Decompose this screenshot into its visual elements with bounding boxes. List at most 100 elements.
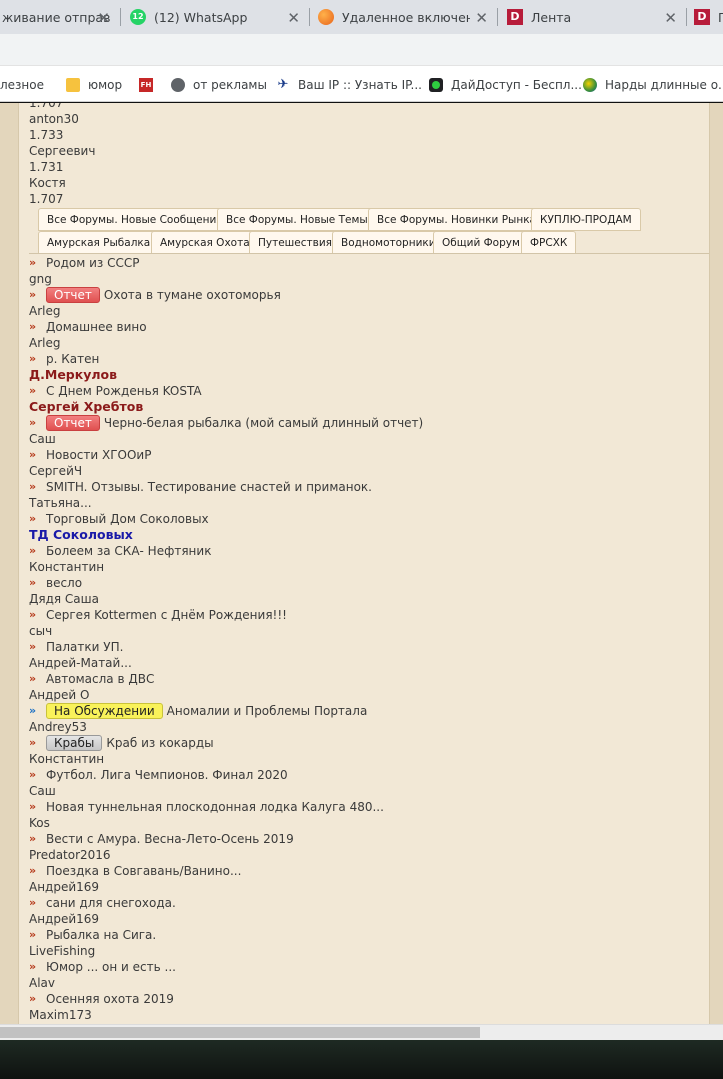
bookmark-backgammon[interactable]: Нарды длинные о... xyxy=(583,76,723,94)
post-author[interactable]: сыч xyxy=(29,623,709,639)
post-topic-link[interactable]: Сергея Kottermen с Днём Рождения!!! xyxy=(46,607,287,623)
close-icon[interactable]: ✕ xyxy=(664,9,677,27)
tab-frshk[interactable]: ФРСХК xyxy=(521,231,577,254)
report-badge[interactable]: Отчет xyxy=(46,287,100,303)
bookmark-humor[interactable]: юмор xyxy=(66,76,122,94)
post-author[interactable]: Константин xyxy=(29,751,709,767)
post-author[interactable]: Predator2016 xyxy=(29,847,709,863)
post-author[interactable]: gng xyxy=(29,271,709,287)
world-icon xyxy=(583,78,597,92)
post-author[interactable]: Andrey53 xyxy=(29,719,709,735)
bookmark-daidostup[interactable]: ДайДоступ - Беспл... xyxy=(429,76,582,94)
post-topic-link[interactable]: SMITH. Отзывы. Тестирование снастей и пр… xyxy=(46,479,372,495)
post-topic-link[interactable]: Аномалии и Проблемы Портала xyxy=(167,703,368,719)
post-topic-link[interactable]: Болеем за СКА- Нефтяник xyxy=(46,543,211,559)
close-icon[interactable]: ✕ xyxy=(97,9,110,27)
tab-title: живание отправ xyxy=(2,9,111,25)
post-topic-link[interactable]: Футбол. Лига Чемпионов. Финал 2020 xyxy=(46,767,288,783)
forum-navigation: Все Форумы. Новые Сообщения Все Форумы. … xyxy=(29,207,709,255)
tab-buy-sell[interactable]: КУПЛЮ-ПРОДАМ xyxy=(531,208,641,231)
list-item[interactable]: anton30 xyxy=(29,111,709,127)
double-arrow-icon: » xyxy=(29,640,36,653)
double-arrow-icon: » xyxy=(29,256,36,269)
post-topic-row: » Осенняя охота 2019 xyxy=(29,991,709,1007)
tab-partial[interactable]: D Г xyxy=(694,0,723,34)
post-topic-link[interactable]: Палатки УП. xyxy=(46,639,123,655)
list-item: 1.707 xyxy=(29,192,64,206)
tab-title: Лента xyxy=(531,9,572,25)
post-author[interactable]: Alav xyxy=(29,975,709,991)
list-item[interactable]: Сергеевич xyxy=(29,143,709,159)
green-dot-icon xyxy=(429,78,443,92)
double-arrow-icon: » xyxy=(29,352,36,365)
post-topic-link[interactable]: Торговый Дом Соколовых xyxy=(46,511,209,527)
list-item[interactable]: Костя xyxy=(29,175,709,191)
post-topic-link[interactable]: Новая туннельная плоскодонная лодка Калу… xyxy=(46,799,384,815)
post-topic-row: » Автомасла в ДВС xyxy=(29,671,709,687)
bookmark-fh[interactable]: FH xyxy=(139,76,161,94)
close-icon[interactable]: ✕ xyxy=(475,9,488,27)
double-arrow-icon: » xyxy=(29,832,36,845)
post-author[interactable]: Саш xyxy=(29,431,709,447)
double-arrow-icon: » xyxy=(29,480,36,493)
post-topic-link[interactable]: Рыбалка на Сига. xyxy=(46,927,156,943)
post-author[interactable]: Сергей Хребтов xyxy=(29,399,709,415)
post-author[interactable]: Андрей169 xyxy=(29,879,709,895)
post-topic-link[interactable]: Краб из кокарды xyxy=(106,735,213,751)
crabs-badge[interactable]: Крабы xyxy=(46,735,103,751)
post-author[interactable]: Андрей-Матай... xyxy=(29,655,709,671)
post-author[interactable]: Д.Меркулов xyxy=(29,367,709,383)
post-author[interactable]: Татьяна... xyxy=(29,495,709,511)
close-icon[interactable]: ✕ xyxy=(287,9,300,27)
post-author[interactable]: Kos xyxy=(29,815,709,831)
double-arrow-icon: » xyxy=(29,320,36,333)
post-author[interactable]: Саш xyxy=(29,783,709,799)
tab-lenta[interactable]: D Лента ✕ xyxy=(507,0,683,34)
horizontal-scrollbar[interactable] xyxy=(0,1024,723,1040)
post-topic-link[interactable]: Юмор ... он и есть ... xyxy=(46,959,176,975)
post-author[interactable]: Андрей169 xyxy=(29,911,709,927)
forum-content: 1.707 anton30 1.733 Сергеевич 1.731 Кост… xyxy=(29,103,709,1023)
post-topic-link[interactable]: Осенняя охота 2019 xyxy=(46,991,174,1007)
discussion-badge[interactable]: На Обсуждении xyxy=(46,703,163,719)
post-topic-link[interactable]: Охота в тумане охотоморья xyxy=(104,287,281,303)
post-author[interactable]: LiveFishing xyxy=(29,943,709,959)
post-topic-link[interactable]: С Днем Рожденья KOSTA xyxy=(46,383,202,399)
scrollbar-thumb[interactable] xyxy=(0,1027,480,1038)
post-author[interactable]: СергейЧ xyxy=(29,463,709,479)
post-topic-link[interactable]: Родом из СССР xyxy=(46,255,139,271)
d-logo-icon: D xyxy=(694,9,710,25)
tab-boat-motors[interactable]: Водномоторники xyxy=(332,231,445,254)
bookmark-useful[interactable]: лезное xyxy=(0,76,44,94)
bookmark-no-ads[interactable]: от рекламы xyxy=(171,76,267,94)
tab-remote-power[interactable]: Удаленное включение ✕ xyxy=(318,0,494,34)
post-author[interactable]: Дядя Саша xyxy=(29,591,709,607)
tab-travel[interactable]: Путешествия xyxy=(249,231,341,254)
report-badge[interactable]: Отчет xyxy=(46,415,100,431)
post-author[interactable]: Arleg xyxy=(29,303,709,319)
post-topic-link[interactable]: Вести с Амура. Весна-Лето-Осень 2019 xyxy=(46,831,294,847)
post-topic-link[interactable]: весло xyxy=(46,575,82,591)
post-topic-link[interactable]: Автомасла в ДВС xyxy=(46,671,154,687)
tab-amur-hunting[interactable]: Амурская Охота xyxy=(151,231,259,254)
post-author[interactable]: ТД Соколовых xyxy=(29,527,709,543)
tab-all-forums-new-messages[interactable]: Все Форумы. Новые Сообщения xyxy=(38,208,232,231)
post-topic-link[interactable]: сани для снегохода. xyxy=(46,895,176,911)
tab-amur-fishing[interactable]: Амурская Рыбалка xyxy=(38,231,160,254)
tab-0[interactable]: живание отправ ✕ xyxy=(0,0,116,34)
tab-whatsapp[interactable]: 12 (12) WhatsApp ✕ xyxy=(130,0,306,34)
post-topic-link[interactable]: Домашнее вино xyxy=(46,319,147,335)
tab-general-forum[interactable]: Общий Форум xyxy=(433,231,529,254)
post-author[interactable]: Arleg xyxy=(29,335,709,351)
post-author[interactable]: Maxim173 xyxy=(29,1007,709,1023)
post-topic-link[interactable]: р. Катен xyxy=(46,351,99,367)
top-users-list: 1.707 anton30 1.733 Сергеевич 1.731 Кост… xyxy=(29,103,709,207)
post-author[interactable]: Андрей О xyxy=(29,687,709,703)
post-topic-link[interactable]: Черно-белая рыбалка (мой самый длинный о… xyxy=(104,415,423,431)
post-topic-link[interactable]: Поездка в Совгавань/Ванино... xyxy=(46,863,241,879)
tab-all-forums-new-products[interactable]: Все Форумы. Новинки Рынка xyxy=(368,208,545,231)
post-author[interactable]: Константин xyxy=(29,559,709,575)
tab-all-forums-new-topics[interactable]: Все Форумы. Новые Темы xyxy=(217,208,377,231)
post-topic-link[interactable]: Новости ХГООиР xyxy=(46,447,151,463)
bookmark-your-ip[interactable]: ✈ Ваш IP :: Узнать IP... xyxy=(276,76,422,94)
